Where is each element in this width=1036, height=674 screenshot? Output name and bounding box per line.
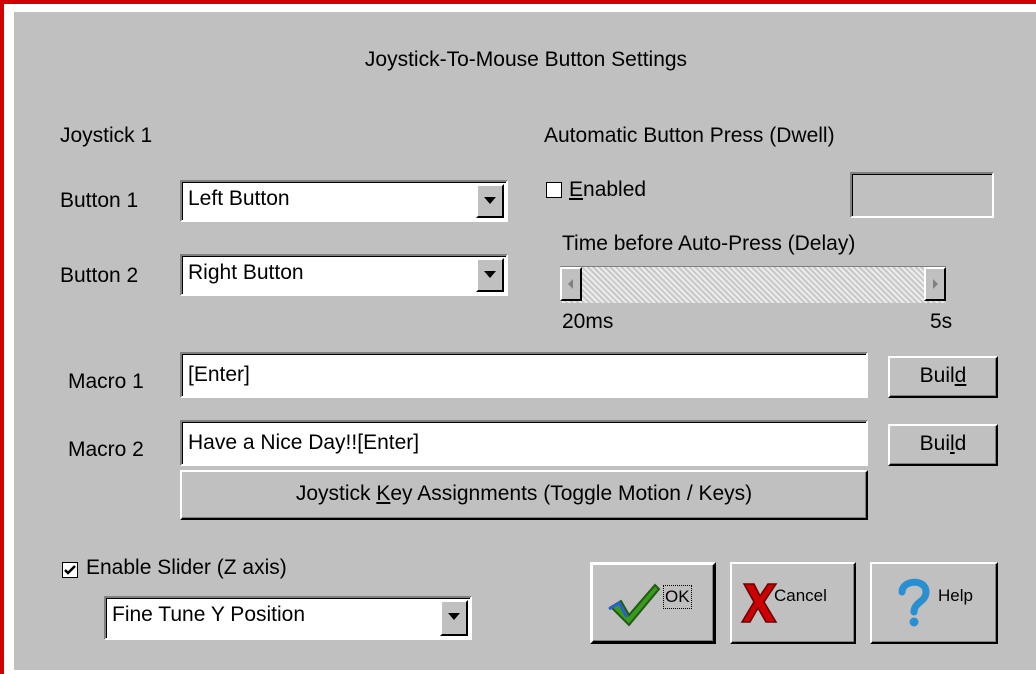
dwell-enabled-checkbox[interactable]: [546, 182, 562, 198]
macro1-value: [Enter]: [188, 363, 250, 386]
close-icon: [740, 583, 778, 623]
arrow-right-icon: [933, 279, 938, 289]
checkmark-icon: [64, 565, 76, 575]
checkmark-icon: [608, 583, 661, 627]
delay-slider[interactable]: [560, 266, 946, 303]
key-assign-pre: Joystick: [295, 482, 377, 505]
button2-select[interactable]: Right Button: [180, 254, 508, 296]
macro2-build-button[interactable]: Build: [888, 424, 998, 466]
enabled-rest: nabled: [583, 178, 647, 201]
macro1-input[interactable]: [Enter]: [180, 352, 868, 398]
build1-mnemonic: d: [954, 364, 967, 387]
macro2-label: Macro 2: [68, 438, 144, 461]
joystick-label: Joystick 1: [60, 124, 153, 147]
button2-label: Button 2: [60, 264, 139, 287]
settings-dialog: Joystick-To-Mouse Button Settings Joysti…: [12, 10, 1036, 670]
slider-left-button[interactable]: [560, 267, 582, 301]
delay-label: Time before Auto-Press (Delay): [562, 232, 856, 255]
window-left-border: [0, 0, 4, 674]
enable-slider-label[interactable]: Enable Slider (Z axis): [86, 556, 287, 580]
button1-label: Button 1: [60, 189, 139, 212]
cancel-label: Cancel: [774, 586, 827, 605]
slider-mode-select[interactable]: Fine Tune Y Position: [104, 596, 472, 640]
build2-pre: Bui: [919, 432, 950, 455]
window-top-border: [0, 0, 1036, 4]
cancel-button[interactable]: Cancel: [730, 562, 856, 644]
ok-label: OK: [663, 585, 692, 609]
dialog-title: Joystick-To-Mouse Button Settings: [364, 48, 688, 71]
ok-button[interactable]: OK: [590, 562, 716, 644]
slider-mode-value: Fine Tune Y Position: [112, 603, 306, 626]
button1-select[interactable]: Left Button: [180, 180, 508, 222]
help-label: Help: [938, 586, 973, 605]
chevron-down-icon[interactable]: [476, 184, 504, 218]
key-assignments-button[interactable]: Joystick Key Assignments (Toggle Motion …: [180, 470, 868, 520]
arrow-left-icon: [568, 279, 573, 289]
slider-right-button[interactable]: [924, 267, 946, 301]
build2-post: d: [954, 432, 967, 455]
dwell-display-field: [850, 172, 994, 218]
enable-slider-checkbox[interactable]: [62, 562, 78, 578]
chevron-down-icon[interactable]: [440, 600, 468, 636]
delay-max-label: 5s: [930, 310, 953, 333]
window-frame: Joystick-To-Mouse Button Settings Joysti…: [0, 0, 1036, 674]
build1-pre: Buil: [919, 364, 955, 387]
macro2-value: Have a Nice Day!![Enter]: [188, 431, 420, 454]
key-assign-mnemonic: K: [376, 482, 391, 505]
question-mark-icon: [898, 578, 930, 627]
dwell-heading: Automatic Button Press (Dwell): [544, 124, 835, 147]
delay-min-label: 20ms: [562, 310, 614, 333]
button2-value: Right Button: [188, 261, 304, 284]
enabled-mnemonic: E: [569, 178, 584, 201]
help-button[interactable]: Help: [870, 562, 998, 644]
macro1-label: Macro 1: [68, 370, 144, 393]
macro2-input[interactable]: Have a Nice Day!![Enter]: [180, 420, 868, 466]
button1-value: Left Button: [188, 187, 290, 210]
dwell-enabled-label[interactable]: Enabled: [569, 178, 646, 202]
macro1-build-button[interactable]: Build: [888, 356, 998, 398]
key-assign-post: ey Assignments (Toggle Motion / Keys): [390, 482, 753, 505]
chevron-down-icon[interactable]: [476, 258, 504, 292]
